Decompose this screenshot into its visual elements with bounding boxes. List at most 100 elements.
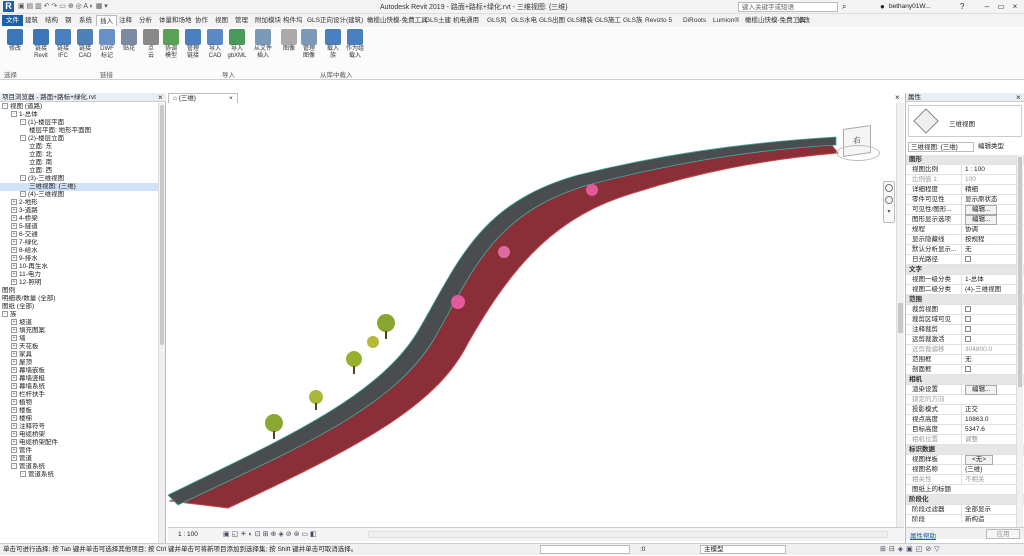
tab-0[interactable]: 文件 bbox=[2, 15, 23, 26]
expand-icon[interactable]: + bbox=[11, 231, 17, 238]
property-value[interactable]: 按规程 bbox=[961, 235, 1017, 245]
tree-item[interactable]: + 幕墙竖梃 bbox=[0, 375, 158, 383]
property-value[interactable] bbox=[961, 365, 1017, 375]
tree-item[interactable]: + 电缆桥架配件 bbox=[0, 439, 158, 447]
property-value[interactable] bbox=[961, 325, 1017, 335]
collapse-icon[interactable]: - bbox=[20, 119, 26, 126]
property-checkbox[interactable] bbox=[965, 326, 971, 333]
expand-icon[interactable]: + bbox=[11, 455, 17, 462]
ribbon-button-0[interactable]: 修改 bbox=[4, 29, 26, 53]
tab-13[interactable]: 构件坞 bbox=[280, 15, 306, 26]
tree-item[interactable]: - (2)-楼层立面 bbox=[0, 135, 158, 143]
property-value[interactable]: 无 bbox=[961, 245, 1017, 255]
property-checkbox[interactable] bbox=[965, 336, 971, 343]
expand-icon[interactable]: + bbox=[11, 359, 17, 366]
property-value[interactable]: 编辑... bbox=[961, 385, 1017, 395]
expand-icon[interactable]: + bbox=[11, 391, 17, 398]
collapse-icon[interactable]: - bbox=[20, 175, 26, 182]
tab-15[interactable]: 橄榄山快模-免费工具 bbox=[364, 15, 431, 26]
tree-item[interactable]: - 管道系统 bbox=[0, 471, 158, 479]
expand-icon[interactable]: + bbox=[11, 247, 17, 254]
property-value[interactable]: 1-总体 bbox=[961, 275, 1017, 285]
view-vscrollbar[interactable] bbox=[896, 103, 904, 527]
property-value[interactable]: 1 : 100 bbox=[961, 165, 1017, 175]
view-scale[interactable]: 1 : 100 bbox=[178, 531, 198, 538]
expand-icon[interactable]: + bbox=[11, 423, 17, 430]
expand-icon[interactable]: + bbox=[11, 271, 17, 278]
tree-item[interactable]: +11-电力 bbox=[0, 271, 158, 279]
tree-item[interactable]: + 植物 bbox=[0, 399, 158, 407]
type-selector[interactable]: 三维视图 bbox=[908, 105, 1022, 137]
property-edit-button[interactable]: <无> bbox=[965, 455, 994, 465]
property-edit-button[interactable]: 编辑... bbox=[965, 205, 998, 215]
tab-6[interactable]: 注释 bbox=[116, 15, 135, 26]
apply-button[interactable]: 应用 bbox=[986, 529, 1020, 539]
tab-3[interactable]: 钢 bbox=[62, 15, 75, 26]
property-group[interactable]: 标识数据 bbox=[906, 445, 1024, 455]
tree-item[interactable]: + 楼板 bbox=[0, 407, 158, 415]
tree-item[interactable]: - (3)-三维视图 bbox=[0, 175, 158, 183]
property-value[interactable]: 正交 bbox=[961, 405, 1017, 415]
ribbon-button-4[interactable]: DWF 标记 bbox=[96, 29, 118, 60]
property-value[interactable] bbox=[961, 335, 1017, 345]
quick-access-toolbar[interactable]: ▣ ▤ ▥ ↶ ↷ ▭ ⊕ ◎ A ◐ ▦ ▾ bbox=[18, 3, 168, 11]
property-checkbox[interactable] bbox=[965, 256, 971, 263]
expand-icon[interactable]: + bbox=[11, 367, 17, 374]
collapse-icon[interactable]: - bbox=[20, 471, 26, 478]
property-value[interactable]: 无 bbox=[961, 355, 1017, 365]
ribbon-button-11[interactable]: 从文件 插入 bbox=[252, 29, 274, 60]
tree-item[interactable]: + 墙 bbox=[0, 335, 158, 343]
tree-item[interactable]: + 填充图案 bbox=[0, 327, 158, 335]
tab-17[interactable]: 机电通用 bbox=[450, 15, 482, 26]
property-value[interactable]: 编辑... bbox=[961, 215, 1017, 225]
browser-close-icon[interactable]: × bbox=[158, 93, 163, 102]
tab-14[interactable]: GLS正向设计(建筑) bbox=[304, 15, 366, 26]
tab-10[interactable]: 视图 bbox=[212, 15, 231, 26]
expand-icon[interactable]: + bbox=[11, 327, 17, 334]
property-value[interactable]: <无> bbox=[961, 455, 1017, 465]
collapse-icon[interactable]: - bbox=[20, 135, 26, 142]
tab-7[interactable]: 分析 bbox=[136, 15, 155, 26]
expand-icon[interactable]: + bbox=[11, 239, 17, 246]
search-icon[interactable]: ⌕ bbox=[842, 2, 846, 12]
edit-type-button[interactable]: 编辑类型 bbox=[978, 142, 1022, 152]
tab-25[interactable]: DiRoots bbox=[680, 15, 709, 26]
expand-icon[interactable]: + bbox=[11, 439, 17, 446]
tree-item[interactable]: 明细表/数量 (全部) bbox=[0, 295, 158, 303]
tree-item[interactable]: 立面: 北 bbox=[0, 151, 158, 159]
tree-item[interactable]: - 视图 (道路) bbox=[0, 103, 158, 111]
zoom-icon[interactable] bbox=[885, 196, 893, 204]
tree-item[interactable]: + 管道 bbox=[0, 455, 158, 463]
property-value[interactable]: 10863.0 bbox=[961, 415, 1017, 425]
ribbon-button-12[interactable]: 图像 bbox=[278, 29, 300, 53]
tree-item[interactable]: + 屋顶 bbox=[0, 359, 158, 367]
property-value[interactable]: 协调 bbox=[961, 225, 1017, 235]
tree-item[interactable]: +10-再生水 bbox=[0, 263, 158, 271]
property-value[interactable]: 全部显示 bbox=[961, 505, 1017, 515]
view-tab-close-icon[interactable]: × bbox=[229, 94, 233, 103]
tree-item[interactable]: 三维视图: {三维} bbox=[0, 183, 158, 191]
view-cube-compass[interactable] bbox=[836, 145, 880, 161]
tree-item[interactable]: 立面: 西 bbox=[0, 167, 158, 175]
tree-item[interactable]: 立面: 南 bbox=[0, 159, 158, 167]
ribbon-button-7[interactable]: 协调 模型 bbox=[160, 29, 182, 60]
ribbon-button-6[interactable]: 点 云 bbox=[140, 29, 162, 60]
ribbon-button-5[interactable]: 贴花 bbox=[118, 29, 140, 53]
tab-11[interactable]: 管理 bbox=[232, 15, 251, 26]
expand-icon[interactable]: + bbox=[11, 343, 17, 350]
tab-28[interactable]: 修改 bbox=[794, 15, 813, 26]
tree-item[interactable]: +7-绿化 bbox=[0, 239, 158, 247]
tab-4[interactable]: 系统 bbox=[76, 15, 95, 26]
properties-help-link[interactable]: 属性帮助 bbox=[910, 530, 936, 540]
revit-logo-icon[interactable]: R bbox=[3, 1, 14, 12]
ribbon-button-2[interactable]: 链接 IFC bbox=[52, 29, 74, 60]
tree-item[interactable]: +2-地形 bbox=[0, 199, 158, 207]
expand-icon[interactable]: + bbox=[11, 223, 17, 230]
tree-item[interactable]: 楼层平面: 地形平面图 bbox=[0, 127, 158, 135]
selection-filter-icons[interactable]: ⊞⊟◈▣◰⊘▽ bbox=[880, 544, 943, 556]
tree-item[interactable]: +6-交通 bbox=[0, 231, 158, 239]
property-group[interactable]: 阶段化 bbox=[906, 495, 1024, 505]
property-checkbox[interactable] bbox=[965, 366, 971, 373]
expand-icon[interactable]: + bbox=[11, 335, 17, 342]
tree-item[interactable]: 立面: 东 bbox=[0, 143, 158, 151]
